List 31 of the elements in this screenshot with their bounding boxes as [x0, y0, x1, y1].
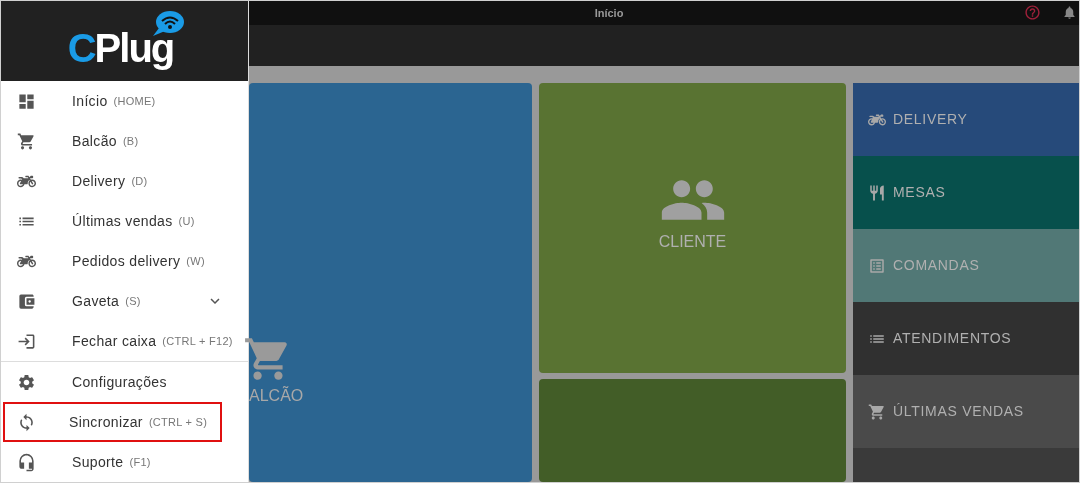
menu-item[interactable]: Suporte (F1)	[3, 442, 246, 482]
wallet-icon	[17, 291, 36, 311]
side-tile[interactable]: ÚLTIMAS VENDAS	[853, 375, 1079, 448]
side-tile[interactable]: MESAS	[853, 156, 1079, 229]
logo: CPlug	[63, 10, 186, 72]
tile-label: CLIENTE	[658, 232, 727, 252]
menu-item[interactable]: Balcão (B)	[3, 121, 246, 161]
window-title: Início	[594, 5, 624, 21]
menu-item[interactable]: Sincronizar (CTRL + S)	[3, 402, 222, 442]
cart-icon	[17, 131, 36, 151]
cutlery-icon	[868, 183, 886, 202]
tile[interactable]	[539, 379, 846, 482]
headset-icon	[17, 452, 36, 472]
menu-item[interactable]: Fechar caixa (CTRL + F12)	[3, 321, 246, 361]
menu-item[interactable]: Últimas vendas (U)	[3, 201, 246, 241]
menu-item[interactable]: Configurações	[3, 362, 246, 402]
menu-item[interactable]: Início (HOME)	[3, 81, 246, 121]
menu-item[interactable]: Delivery (D)	[3, 161, 246, 201]
bell-icon[interactable]	[1062, 5, 1077, 20]
menu-item[interactable]: Gaveta (S)	[3, 281, 246, 321]
exit-icon	[17, 331, 36, 351]
sync-icon	[17, 412, 36, 432]
settings-icon	[17, 372, 36, 392]
help-icon[interactable]	[1024, 4, 1041, 21]
list-icon	[868, 256, 886, 275]
cart-icon	[868, 402, 886, 421]
side-tile[interactable]: DELIVERY	[853, 83, 1079, 156]
menu-item[interactable]: Pedidos delivery (W)	[3, 241, 246, 281]
dashboard-icon	[17, 91, 36, 111]
tile-label: ALCÃO	[249, 385, 304, 406]
side-tile[interactable]: ATENDIMENTOS	[853, 302, 1079, 375]
